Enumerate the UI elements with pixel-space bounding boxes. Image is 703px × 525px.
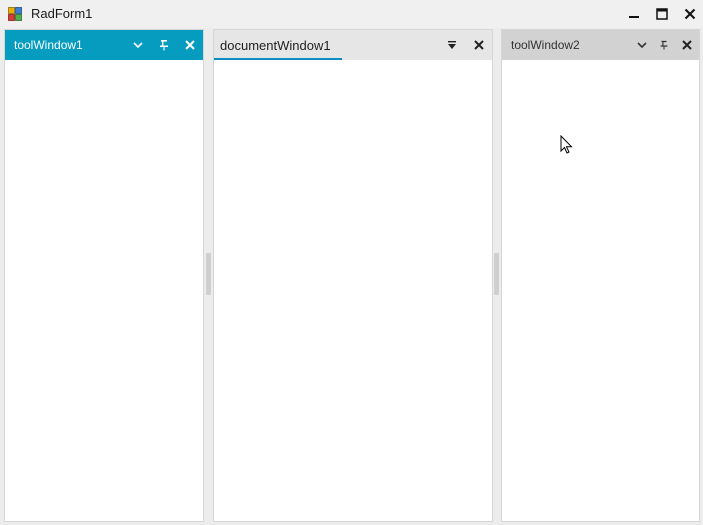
tool-window-1-caption: toolWindow1 — [14, 38, 83, 52]
document-window-area: documentWindow1 — [213, 29, 493, 522]
dock-area: toolWindow1 documentWindow1 toolWindow2 — [0, 28, 703, 525]
minimize-icon — [629, 16, 639, 18]
title-bar: RadForm1 — [0, 0, 703, 28]
tool-window-1: toolWindow1 — [4, 29, 204, 522]
active-tab-indicator — [214, 58, 342, 60]
tool-window-1-pin-button[interactable] — [155, 36, 173, 54]
tool-window-2-dropdown-button[interactable] — [633, 36, 651, 54]
tool-window-2: toolWindow2 — [501, 29, 700, 522]
app-icon — [8, 7, 22, 21]
splitter-grip[interactable] — [494, 253, 499, 295]
document-tab-label: documentWindow1 — [220, 38, 331, 53]
close-icon — [684, 8, 696, 20]
chevron-down-icon — [133, 42, 143, 49]
splitter-left[interactable] — [204, 28, 213, 525]
tool-window-1-dropdown-button[interactable] — [129, 36, 147, 54]
window-title: RadForm1 — [31, 6, 93, 21]
document-list-dropdown-button[interactable] — [443, 36, 461, 54]
close-icon — [185, 40, 195, 50]
pin-icon — [160, 40, 168, 51]
maximize-button[interactable] — [651, 4, 673, 24]
tool-window-1-header[interactable]: toolWindow1 — [5, 30, 203, 60]
document-close-button[interactable] — [470, 36, 488, 54]
tool-window-2-pin-button[interactable] — [655, 36, 673, 54]
tool-window-2-caption: toolWindow2 — [511, 38, 580, 52]
tool-window-2-close-button[interactable] — [678, 36, 696, 54]
close-icon — [682, 40, 692, 50]
close-icon — [474, 40, 484, 50]
tool-window-1-close-button[interactable] — [181, 36, 199, 54]
mouse-cursor-icon — [560, 135, 573, 154]
tab-document-window-1[interactable]: documentWindow1 — [214, 30, 342, 60]
minimize-button[interactable] — [623, 4, 645, 24]
tool-window-2-header[interactable]: toolWindow2 — [502, 30, 699, 60]
pin-icon — [660, 40, 668, 50]
maximize-icon — [656, 8, 668, 20]
close-button[interactable] — [679, 4, 701, 24]
splitter-grip[interactable] — [206, 253, 211, 295]
chevron-down-icon — [637, 42, 647, 49]
document-tab-strip: documentWindow1 — [214, 30, 492, 60]
triangle-down-icon — [448, 41, 456, 49]
splitter-right[interactable] — [492, 28, 501, 525]
